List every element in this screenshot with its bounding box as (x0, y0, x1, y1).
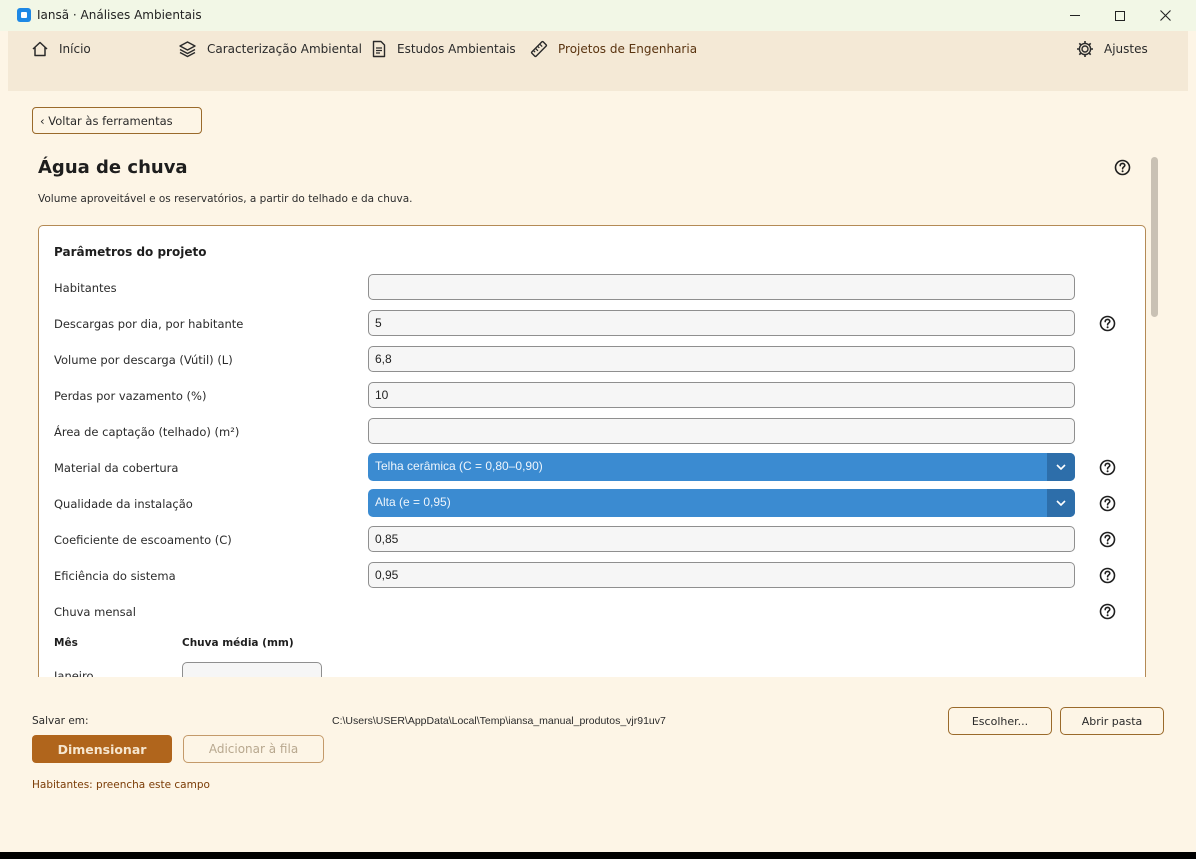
nav-item-caracterizacao[interactable]: Caracterização Ambiental (178, 39, 362, 59)
dimension-button[interactable]: Dimensionar (32, 735, 172, 763)
nav-item-ajustes[interactable]: Ajustes (1076, 39, 1148, 59)
save-location-label: Salvar em: (32, 715, 89, 727)
help-icon[interactable] (1099, 495, 1116, 512)
perdas-input[interactable]: 10 (368, 382, 1075, 408)
label-coeficiente: Coeficiente de escoamento (C) (54, 533, 232, 547)
help-icon[interactable] (1099, 603, 1116, 620)
nav-label-inicio: Início (59, 42, 91, 56)
help-icon[interactable] (1099, 459, 1116, 476)
label-qualidade: Qualidade da instalação (54, 497, 193, 511)
maximize-button[interactable] (1097, 0, 1143, 31)
panel-title: Parâmetros do projeto (54, 245, 207, 259)
document-icon (372, 40, 386, 58)
nav-item-projetos[interactable]: Projetos de Engenharia (530, 39, 697, 59)
label-area: Área de captação (telhado) (m²) (54, 425, 240, 439)
material-select[interactable]: Telha cerâmica (C = 0,80–0,90) (368, 453, 1075, 481)
column-header-month: Mês (54, 637, 78, 649)
qualidade-select[interactable]: Alta (e = 0,95) (368, 489, 1075, 517)
label-material: Material da cobertura (54, 461, 179, 475)
label-perdas: Perdas por vazamento (%) (54, 389, 207, 403)
eficiencia-input[interactable]: 0,95 (368, 562, 1075, 588)
scrollbar-thumb[interactable] (1151, 157, 1158, 317)
help-icon[interactable] (1099, 315, 1116, 332)
ruler-icon (530, 40, 548, 58)
page-title: Água de chuva (38, 157, 188, 178)
material-select-value: Telha cerâmica (C = 0,80–0,90) (375, 459, 543, 473)
label-volume: Volume por descarga (Vútil) (L) (54, 353, 233, 367)
close-icon (1159, 10, 1171, 21)
help-icon[interactable] (1114, 159, 1131, 176)
maximize-icon (1115, 10, 1125, 21)
nav-label-projetos: Projetos de Engenharia (558, 42, 698, 56)
label-habitantes: Habitantes (54, 281, 117, 295)
add-to-queue-button[interactable]: Adicionar à fila (183, 735, 324, 763)
home-icon (32, 41, 48, 57)
window-title: Iansã · Análises Ambientais (37, 8, 202, 22)
nav-item-estudos[interactable]: Estudos Ambientais (371, 39, 516, 59)
choose-folder-button[interactable]: Escolher... (948, 707, 1052, 735)
page-subtitle: Volume aproveitável e os reservatórios, … (38, 193, 413, 205)
gear-icon (1077, 41, 1093, 57)
save-path: C:\Users\USER\AppData\Local\Temp\iansa_m… (332, 715, 666, 727)
month-label: Janeiro (54, 669, 94, 677)
label-eficiencia: Eficiência do sistema (54, 569, 176, 583)
descargas-input[interactable]: 5 (368, 310, 1075, 336)
parameters-panel: Parâmetros do projeto Habitantes Descarg… (38, 225, 1146, 677)
label-descargas: Descargas por dia, por habitante (54, 317, 244, 331)
coeficiente-input[interactable]: 0,85 (368, 526, 1075, 552)
layers-icon (179, 41, 196, 58)
open-folder-button[interactable]: Abrir pasta (1060, 707, 1164, 735)
nav-label-estudos: Estudos Ambientais (397, 42, 516, 56)
help-icon[interactable] (1099, 531, 1116, 548)
label-chuva-mensal: Chuva mensal (54, 605, 136, 619)
nav-label-ajustes: Ajustes (1104, 42, 1148, 56)
validation-message: Habitantes: preencha este campo (32, 779, 210, 791)
app-icon (17, 8, 31, 22)
main-nav: Início Caracterização Ambiental Estudos … (8, 31, 1188, 91)
title-bar: Iansã · Análises Ambientais (0, 0, 1196, 31)
qualidade-select-value: Alta (e = 0,95) (375, 495, 451, 509)
rain-input-janeiro[interactable] (182, 662, 322, 677)
minimize-icon (1070, 15, 1080, 16)
chevron-down-icon[interactable] (1047, 489, 1075, 517)
area-input[interactable] (368, 418, 1075, 444)
habitantes-input[interactable] (368, 274, 1075, 300)
minimize-button[interactable] (1052, 0, 1098, 31)
close-button[interactable] (1142, 0, 1188, 31)
volume-input[interactable]: 6,8 (368, 346, 1075, 372)
nav-label-caracterizacao: Caracterização Ambiental (207, 42, 362, 56)
app-window: Iansã · Análises Ambientais Início Carac… (0, 0, 1196, 852)
chevron-down-icon[interactable] (1047, 453, 1075, 481)
column-header-rain: Chuva média (mm) (182, 637, 294, 649)
nav-item-inicio[interactable]: Início (31, 39, 91, 59)
back-to-tools-button[interactable]: ‹ Voltar às ferramentas (32, 107, 202, 134)
help-icon[interactable] (1099, 567, 1116, 584)
